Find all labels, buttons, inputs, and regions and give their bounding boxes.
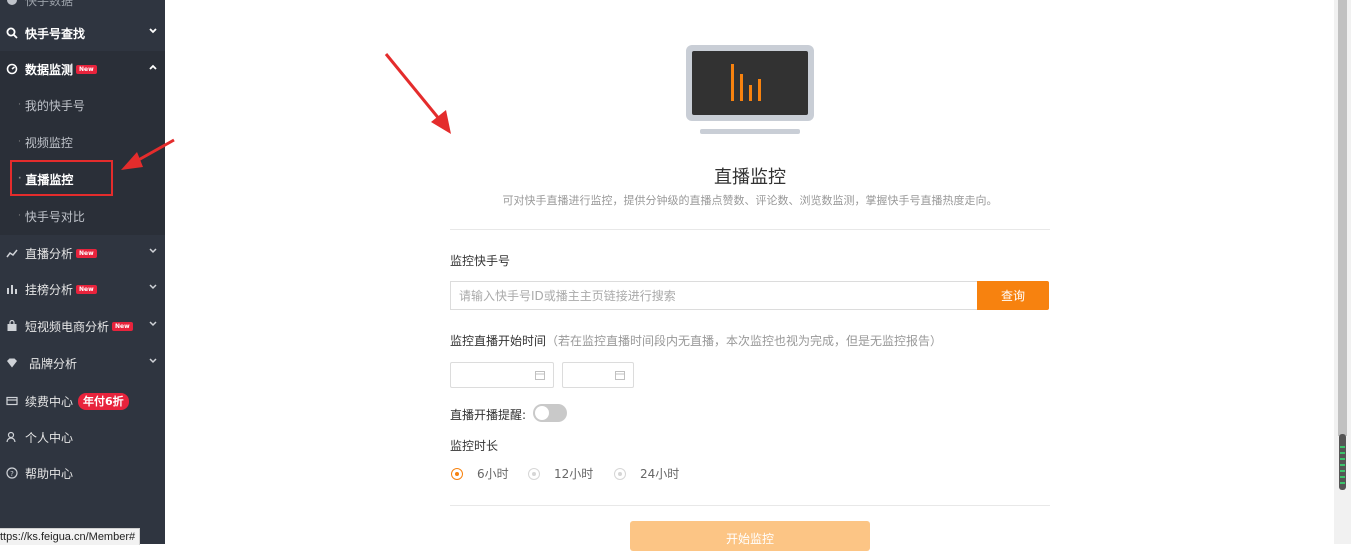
chevron-down-icon (149, 248, 157, 254)
new-badge: New (76, 284, 97, 294)
sidebar-subitem-my-account[interactable]: · 我的快手号 (0, 87, 165, 123)
duration-label: 监控时长 (450, 439, 499, 453)
page-description: 可对快手直播进行监控，提供分钟级的直播点赞数、评论数、浏览数监测，掌握快手号直播… (502, 194, 998, 207)
radio-label: 6小时 (477, 467, 509, 481)
radio-label: 12小时 (554, 467, 594, 481)
sidebar-item-label: 续费中心 (25, 394, 74, 409)
sidebar-item-label: 短视频电商分析 (25, 319, 110, 334)
start-time-hint: （若在监控直播时间段内无直播，本次监控也视为完成，但是无监控报告） (546, 334, 943, 348)
bar-chart-icon (5, 282, 19, 296)
new-badge: New (112, 321, 133, 331)
radio-label: 24小时 (640, 467, 680, 481)
arrow-to-content-icon (384, 53, 451, 134)
toggle-knob (535, 406, 549, 420)
sidebar-subitem-account-compare[interactable]: · 快手号对比 (0, 198, 165, 234)
annotation-arrows (121, 53, 451, 170)
reminder-label: 直播开播提醒: (450, 408, 527, 422)
account-search-input[interactable] (450, 281, 977, 310)
chevron-up-icon (149, 64, 157, 70)
svg-text:?: ? (10, 470, 14, 478)
sidebar-item-label: 快手数据 (25, 0, 74, 8)
duration-option-6h[interactable]: 6小时 (451, 465, 509, 482)
account-label: 监控快手号 (450, 254, 511, 268)
duration-option-24h[interactable]: 24小时 (614, 465, 679, 482)
sidebar-item-label: 帮助中心 (25, 466, 74, 481)
scroll-grip[interactable] (1339, 434, 1346, 490)
diamond-icon (5, 356, 19, 370)
end-date-picker[interactable] (562, 362, 634, 388)
calendar-icon (535, 371, 545, 380)
duration-option-12h[interactable]: 12小时 (528, 465, 593, 482)
search-icon (5, 26, 19, 40)
page-title: 直播监控 (714, 167, 786, 188)
discount-badge: 年付6折 (78, 392, 129, 410)
new-badge: New (76, 64, 97, 74)
sidebar-item-label: 数据监测 (25, 62, 74, 77)
sidebar-item-renewal[interactable]: 续费中心 年付6折 (0, 383, 165, 419)
sidebar-item-label: 个人中心 (25, 430, 74, 445)
start-date-picker[interactable] (450, 362, 554, 388)
sidebar-item-ecommerce-analysis[interactable]: 短视频电商分析 New (0, 308, 165, 344)
query-button[interactable]: 查询 (977, 281, 1049, 310)
sidebar-item-label: 直播分析 (25, 246, 74, 261)
radio-icon (451, 467, 463, 480)
divider (450, 229, 1050, 230)
chevron-down-icon (149, 28, 157, 34)
sidebar-item-brand-analysis[interactable]: 品牌分析 (0, 345, 165, 381)
highlight-box (10, 160, 113, 196)
sidebar: 快手数据 快手号查找 数据监测 New · 我的快手号 · 视频监控 · 直播监控 ·… (0, 0, 165, 544)
card-icon (5, 394, 19, 408)
sidebar-item-personal[interactable]: 个人中心 (0, 419, 165, 455)
monitor-gauge-icon (5, 62, 19, 76)
scrollbar[interactable] (1334, 0, 1351, 544)
sidebar-subitem-label: 我的快手号 (24, 98, 85, 113)
sidebar-item-rank-analysis[interactable]: 挂榜分析 New (0, 271, 165, 307)
shopping-bag-icon (5, 319, 19, 333)
sidebar-subitem-label: 快手号对比 (24, 209, 85, 224)
help-icon: ? (5, 466, 19, 480)
reminder-toggle[interactable] (533, 404, 567, 422)
sidebar-item-label: 快手号查找 (25, 26, 86, 41)
trend-icon (5, 246, 19, 260)
sidebar-item-data-monitor[interactable]: 数据监测 New (0, 51, 165, 87)
start-time-label: 监控直播开始时间（若在监控直播时间段内无直播，本次监控也视为完成，但是无监控报告… (450, 332, 942, 349)
circle-icon (5, 0, 19, 7)
divider (450, 505, 1050, 506)
sidebar-item-search[interactable]: 快手号查找 (0, 15, 165, 51)
start-time-label-text: 监控直播开始时间 (450, 334, 547, 348)
new-badge: New (76, 248, 97, 258)
status-url: ttps://ks.feigua.cn/Member# (0, 528, 141, 545)
sidebar-item-live-analysis[interactable]: 直播分析 New (0, 235, 165, 271)
sidebar-item-label: 品牌分析 (29, 356, 78, 371)
calendar-icon (615, 371, 625, 380)
chevron-down-icon (149, 284, 157, 290)
radio-icon (614, 467, 626, 480)
sidebar-item-help[interactable]: ? 帮助中心 (0, 455, 165, 491)
radio-icon (528, 467, 540, 480)
chevron-down-icon (149, 358, 157, 364)
user-icon (5, 430, 19, 444)
sidebar-subitem-label: 视频监控 (24, 135, 73, 150)
scrollbar-thumb[interactable] (1338, 0, 1347, 436)
sidebar-item-label: 挂榜分析 (25, 282, 74, 297)
chevron-down-icon (149, 321, 157, 327)
start-monitor-button[interactable]: 开始监控 (630, 521, 870, 551)
monitor-chart-illustration (686, 45, 814, 134)
sidebar-subitem-video-monitor[interactable]: · 视频监控 (0, 124, 165, 160)
